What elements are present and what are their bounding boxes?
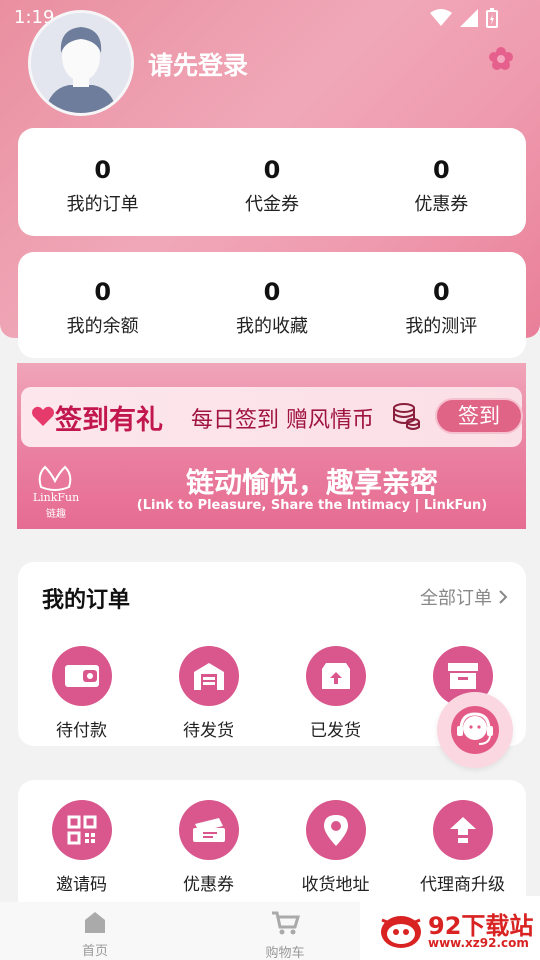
grid-label: 邀请码 (56, 875, 107, 895)
stat-coupons[interactable]: 0 优惠券 (357, 128, 526, 216)
all-orders-link[interactable]: 全部订单 (420, 584, 508, 610)
wifi-icon (430, 9, 452, 26)
settings-flower-icon[interactable] (488, 46, 514, 72)
stat-value: 0 (94, 156, 112, 184)
tool-invite-code[interactable]: 邀请码 (18, 800, 145, 895)
tab-label: 首页 (81, 944, 108, 959)
box-shipped-icon (305, 646, 366, 706)
stat-vouchers[interactable]: 0 代金券 (187, 128, 356, 216)
status-icons (430, 8, 498, 28)
sign-in-subtitle: 每日签到 赠风情币 (191, 408, 374, 433)
order-pending-shipment[interactable]: 待发货 (145, 646, 272, 741)
stat-value: 0 (432, 156, 450, 184)
qr-code-icon (51, 800, 112, 860)
sign-in-button[interactable]: 签到 (435, 398, 523, 434)
home-icon (85, 912, 105, 933)
stat-label: 我的余额 (66, 316, 139, 337)
stat-reviews[interactable]: 0 我的测评 (357, 252, 526, 338)
grid-label: 已发货 (310, 721, 361, 741)
stat-label: 优惠券 (414, 194, 469, 215)
tab-label: 购物车 (265, 946, 305, 960)
tool-agent-upgrade[interactable]: 代理商升级 (399, 800, 526, 895)
tab-home[interactable]: 首页 (0, 902, 190, 960)
orders-title: 我的订单 (42, 588, 131, 613)
stat-value: 0 (263, 156, 281, 184)
grid-label: 优惠券 (183, 875, 234, 895)
watermark-url: www.xz92.com (428, 936, 529, 950)
headset-icon (451, 706, 499, 754)
site-watermark: 92下载站 www.xz92.com (360, 896, 540, 960)
tool-address[interactable]: 收货地址 (272, 800, 399, 895)
stat-label: 我的订单 (66, 194, 139, 215)
banner-slogan: 链动愉悦，趣享亲密 (185, 466, 438, 499)
linkfun-logo: LinkFun 链趣 (25, 461, 85, 521)
ticket-icon (178, 800, 239, 860)
linkfun-logo-icon (38, 465, 72, 491)
signal-icon (460, 9, 478, 27)
stats-card-1: 0 我的订单 0 代金券 0 优惠券 (18, 128, 526, 236)
order-shipped[interactable]: 已发货 (272, 646, 399, 741)
sign-in-title: 签到有礼 (55, 405, 163, 436)
upgrade-arrow-icon (432, 800, 493, 860)
tools-grid: 邀请码 优惠券 收货地址 代理商升级 (18, 800, 526, 895)
stat-value: 0 (432, 278, 450, 306)
sign-in-bar: 签到有礼 每日签到 赠风情币 签到 (21, 387, 523, 447)
grid-label: 待付款 (56, 721, 107, 741)
tab-cart[interactable]: 购物车 (190, 902, 380, 960)
login-prompt[interactable]: 请先登录 (148, 46, 248, 82)
customer-service-button[interactable] (437, 692, 513, 768)
all-orders-label: 全部订单 (420, 588, 492, 609)
tool-coupons[interactable]: 优惠券 (145, 800, 272, 895)
stat-label: 我的测评 (405, 316, 478, 337)
grid-label: 代理商升级 (420, 875, 505, 895)
stat-favorites[interactable]: 0 我的收藏 (187, 252, 356, 338)
chevron-right-icon (499, 590, 508, 604)
stats-card-2: 0 我的余额 0 我的收藏 0 我的测评 (18, 252, 526, 358)
location-pin-icon (305, 800, 366, 860)
stat-orders[interactable]: 0 我的订单 (18, 128, 187, 216)
heart-icon (32, 406, 54, 426)
order-pending-payment[interactable]: 待付款 (18, 646, 145, 741)
logo-text-cn: 链趣 (46, 509, 66, 520)
avatar[interactable] (28, 10, 134, 116)
wallet-icon (51, 646, 112, 706)
default-user-icon (31, 13, 131, 113)
stat-label: 我的收藏 (235, 316, 308, 337)
stat-balance[interactable]: 0 我的余额 (18, 252, 187, 338)
warehouse-icon (178, 646, 239, 706)
stat-label: 代金券 (244, 194, 299, 215)
cart-icon (272, 911, 301, 935)
coin-stack-icon (393, 403, 420, 430)
watermark-logo-icon (381, 916, 421, 948)
grid-label: 待发货 (183, 721, 234, 741)
stat-value: 0 (94, 278, 112, 306)
promo-banner[interactable]: 签到有礼 每日签到 赠风情币 签到 LinkFun 链趣 链动愉悦，趣享亲密 (… (17, 363, 526, 529)
stat-value: 0 (263, 278, 281, 306)
banner-slogan-en: (Link to Pleasure, Share the Intimacy | … (136, 498, 488, 513)
battery-icon (486, 8, 498, 28)
logo-text-en: LinkFun (32, 491, 80, 504)
grid-label: 收货地址 (301, 875, 370, 895)
